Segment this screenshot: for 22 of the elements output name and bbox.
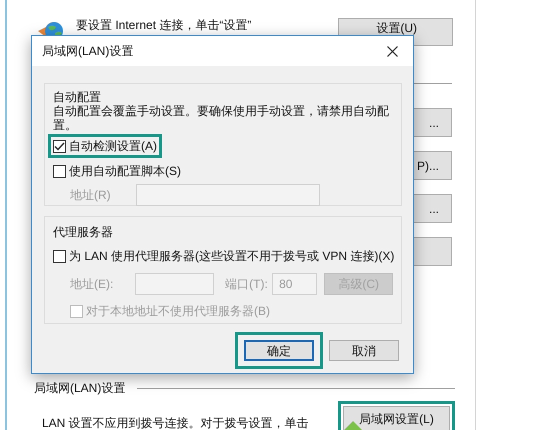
field-label: 地址(E): [70,276,114,293]
checkbox-label[interactable]: 自动检测设置(A) [69,137,157,155]
dialog-title: 局域网(LAN)设置 [42,43,134,60]
lan-settings-button[interactable]: 局域网设置(L) [343,406,450,430]
field-label: 地址(R) [70,187,112,204]
group-title: 代理服务器 [53,224,114,241]
checkbox[interactable] [53,164,66,178]
port-field: 80 [272,273,318,295]
checkbox[interactable] [53,140,66,152]
close-icon[interactable] [387,46,398,56]
lan-description-text: LAN 设置不应用到拨号连接。对于拨号设置，单击 [42,415,309,430]
dialog-button[interactable]: 取消 [329,340,399,361]
group-title: 自动配置 [53,89,102,105]
field-label: 端口(T): [225,276,269,293]
setup-instruction-text: 要设置 Internet 连接，单击“设置” [76,18,252,33]
checkbox[interactable] [53,250,66,262]
dialog-button[interactable]: 确定 [244,340,314,361]
checkbox-label: 对于本地地址不使用代理服务器(B) [86,303,270,320]
section-title: 局域网(LAN)设置 [34,380,126,397]
checkbox-label[interactable]: 使用自动配置脚本(S) [69,162,181,180]
checkbox-label[interactable]: 为 LAN 使用代理服务器(这些设置不用于拨号或 VPN 连接)(X) [69,247,394,265]
description-text: 自动配置会覆盖手动设置。要确保使用手动设置，请禁用自动配置。 [53,104,390,132]
